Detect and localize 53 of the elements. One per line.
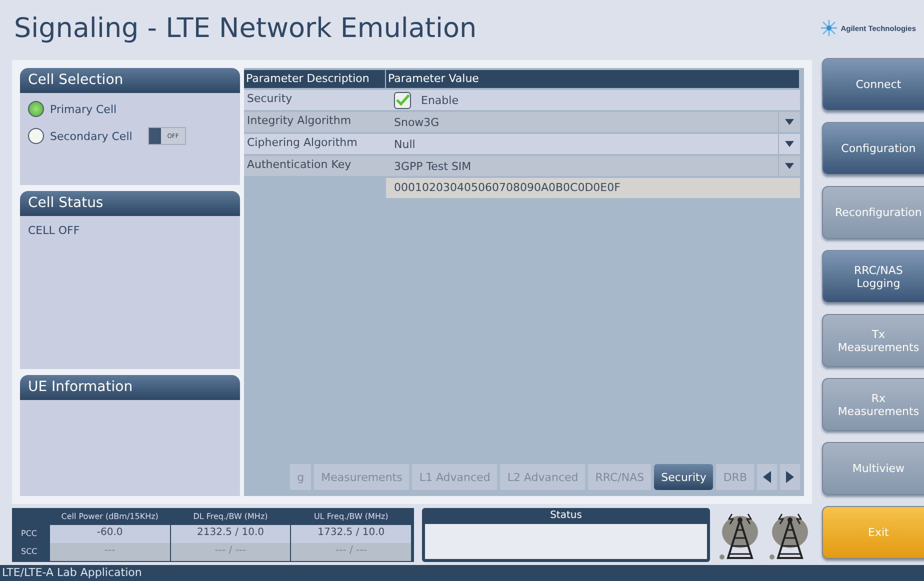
column-header: UL Freq./BW (MHz) <box>313 511 390 523</box>
radio-button[interactable] <box>28 128 44 144</box>
side-button[interactable]: Connect <box>822 58 924 111</box>
table-cell: 2132.5 / 10.0 <box>170 525 290 543</box>
dropdown[interactable]: 3GPP Test SIM <box>386 156 800 176</box>
tab[interactable]: Measurements <box>314 464 410 490</box>
table-cell: --- <box>50 543 170 561</box>
checkbox[interactable] <box>394 92 411 108</box>
dropdown-caret-icon <box>785 119 794 125</box>
panel-title: UE Information <box>20 375 240 400</box>
side-button[interactable]: Configuration <box>822 122 924 175</box>
spark-logo-icon <box>820 20 837 36</box>
right-arrow-icon <box>786 471 794 483</box>
input-field[interactable]: 000102030405060708090A0B0C0D0E0F <box>386 178 800 198</box>
parameter-label: Security <box>244 90 386 110</box>
column-header: Parameter Value <box>386 70 800 88</box>
window-title: Signaling - LTE Network Emulation <box>14 12 477 44</box>
tab[interactable]: g <box>290 464 312 490</box>
tab[interactable]: L1 Advanced <box>412 464 498 490</box>
side-button[interactable]: RRC/NAS Logging <box>822 250 924 303</box>
column-header: Parameter Description <box>244 70 386 88</box>
tab[interactable]: L2 Advanced <box>500 464 586 490</box>
column-header: Cell Power (dBm/15KHz) <box>60 511 160 523</box>
tab[interactable]: Security <box>654 464 714 490</box>
tab[interactable]: RRC/NAS <box>588 464 652 490</box>
checkbox-label: Enable <box>421 94 458 106</box>
dropdown[interactable]: Null <box>386 134 800 154</box>
dropdown-caret-icon <box>785 141 794 147</box>
side-button[interactable]: Exit <box>822 506 924 559</box>
table-cell: 1732.5 / 10.0 <box>291 525 411 543</box>
parameter-label: Ciphering Algorithm <box>244 134 386 154</box>
cell-status-text: CELL OFF <box>28 224 81 237</box>
panel-title: Cell Selection <box>20 68 240 93</box>
footer-text: LTE/LTE-A Lab Application <box>0 565 924 581</box>
row-label: PCC <box>20 528 38 540</box>
table-cell: -60.0 <box>50 525 170 543</box>
column-header: DL Freq./BW (MHz) <box>192 511 269 523</box>
scroll-right-button[interactable] <box>780 464 800 490</box>
radio-button[interactable] <box>28 101 44 117</box>
status-title: Status <box>549 509 583 523</box>
scroll-left-button[interactable] <box>757 464 777 490</box>
row-label: SCC <box>20 546 38 558</box>
tab[interactable]: DRB <box>716 464 754 490</box>
panel-title: Cell Status <box>20 190 240 216</box>
radio-label: Secondary Cell <box>50 130 134 142</box>
table-cell: --- / --- <box>291 543 411 561</box>
parameter-label: Authentication Key <box>244 156 386 176</box>
radio-label: Primary Cell <box>50 102 118 116</box>
parameter-label: Integrity Algorithm <box>244 112 386 132</box>
left-arrow-icon <box>763 471 771 483</box>
dropdown[interactable]: Snow3G <box>386 112 800 132</box>
table-cell: --- / --- <box>170 543 290 561</box>
dropdown-caret-icon <box>785 163 794 169</box>
